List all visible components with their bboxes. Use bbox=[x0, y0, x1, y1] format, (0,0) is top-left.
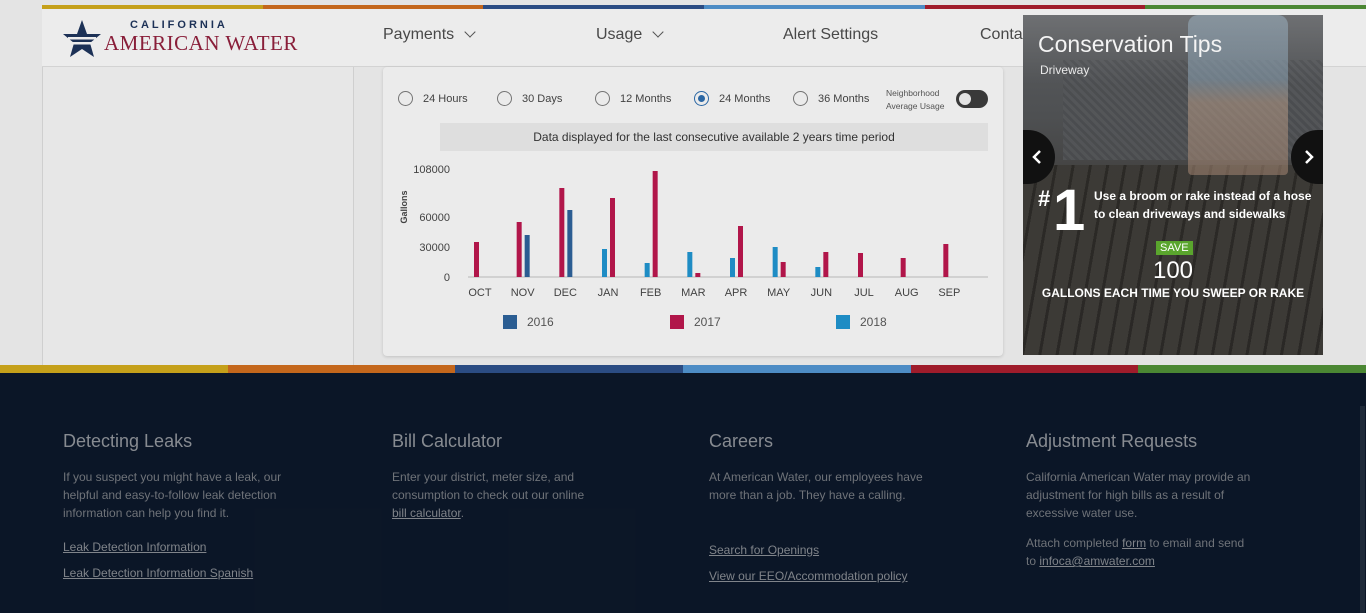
nav-alert-settings[interactable]: Alert Settings bbox=[783, 26, 878, 44]
legend-swatch-2018 bbox=[836, 315, 850, 329]
bar-2017 bbox=[780, 262, 786, 277]
usage-panel: 24 Hours 30 Days 12 Months 24 Months 36 … bbox=[383, 67, 1003, 356]
bar-2017 bbox=[652, 171, 658, 277]
tip-hash: # bbox=[1038, 186, 1051, 211]
sidebar bbox=[42, 67, 354, 365]
attach-text-1: Attach completed bbox=[1026, 536, 1119, 550]
nav-alert-settings-label: Alert Settings bbox=[783, 26, 879, 43]
x-tick-label: DEC bbox=[554, 287, 577, 299]
x-tick-label: MAR bbox=[681, 287, 706, 299]
bar-2018 bbox=[687, 252, 693, 277]
footer-heading: Detecting Leaks bbox=[63, 431, 193, 451]
footer-body-tail: . bbox=[460, 506, 465, 520]
footer-bill-calculator: Bill Calculator Enter your district, met… bbox=[392, 431, 652, 522]
conservation-tips-popup: Conservation Tips Driveway # 1 Use a bro… bbox=[1023, 15, 1323, 355]
bar-2017 bbox=[823, 252, 829, 277]
x-tick-label: SEP bbox=[938, 287, 960, 299]
x-tick-label: JUL bbox=[854, 287, 874, 299]
legend-label-2018: 2018 bbox=[860, 315, 887, 329]
bar-2017 bbox=[858, 253, 863, 277]
bar-2018 bbox=[602, 249, 607, 277]
footer-body-text: Enter your district, meter size, and con… bbox=[392, 470, 585, 502]
page-scrollbar[interactable] bbox=[1360, 406, 1365, 613]
x-tick-label: JUN bbox=[811, 287, 832, 299]
footer-adjustment-requests: Adjustment Requests California American … bbox=[1026, 431, 1286, 570]
footer-body: If you suspect you might have a leak, ou… bbox=[63, 470, 282, 520]
x-tick-label: FEB bbox=[640, 287, 661, 299]
nav-payments[interactable]: Payments bbox=[383, 26, 476, 44]
x-tick-label: APR bbox=[725, 287, 748, 299]
attach-text-2: to email and send bbox=[1149, 536, 1245, 550]
x-tick-label: MAY bbox=[767, 287, 791, 299]
bar-2018 bbox=[730, 258, 735, 277]
bar-2017 bbox=[695, 273, 701, 277]
bill-calculator-link[interactable]: bill calculator bbox=[392, 506, 461, 520]
eeo-policy-link[interactable]: View our EEO/Accommodation policy bbox=[709, 569, 969, 583]
bar-2018 bbox=[644, 263, 650, 277]
bar-2017 bbox=[516, 222, 522, 277]
footer-body: At American Water, our employees have mo… bbox=[709, 470, 923, 502]
chevron-right-icon bbox=[1305, 150, 1314, 164]
save-badge: SAVE bbox=[1156, 241, 1193, 255]
footer-body: California American Water may provide an… bbox=[1026, 470, 1251, 520]
bar-2017 bbox=[610, 198, 615, 277]
bar-2017 bbox=[900, 258, 906, 277]
save-amount: 100 bbox=[1152, 257, 1194, 284]
x-tick-label: AUG bbox=[895, 287, 919, 299]
footer-heading: Adjustment Requests bbox=[1026, 431, 1198, 451]
y-tick-label: 60000 bbox=[419, 212, 450, 224]
color-band bbox=[0, 365, 1366, 373]
footer-detecting-leaks: Detecting Leaks If you suspect you might… bbox=[63, 431, 323, 580]
bar-2017 bbox=[943, 244, 949, 277]
legend-swatch-2017 bbox=[670, 315, 684, 329]
y-tick-label: 0 bbox=[444, 272, 450, 284]
y-tick-label: 108000 bbox=[413, 164, 450, 176]
brand-line-2: AMERICAN WATER bbox=[104, 31, 298, 55]
x-tick-label: NOV bbox=[511, 287, 536, 299]
legend-label-2017: 2017 bbox=[694, 315, 721, 329]
brand-line-1: CALIFORNIA bbox=[130, 19, 228, 31]
footer-heading: Bill Calculator bbox=[392, 431, 503, 451]
footer-attach-text: Attach completed form to email and send … bbox=[1026, 534, 1251, 570]
leak-detection-link[interactable]: Leak Detection Information bbox=[63, 540, 323, 554]
form-link[interactable]: form bbox=[1122, 536, 1146, 550]
y-axis-label: Gallons bbox=[399, 190, 409, 223]
email-link[interactable]: infoca@amwater.com bbox=[1039, 554, 1155, 568]
tips-subtitle: Driveway bbox=[1040, 63, 1090, 77]
x-tick-label: JAN bbox=[598, 287, 619, 299]
chevron-down-icon bbox=[464, 26, 476, 38]
bar-2016 bbox=[524, 235, 530, 277]
legend-swatch-2016 bbox=[503, 315, 517, 329]
y-tick-label: 30000 bbox=[419, 242, 450, 254]
bar-2016 bbox=[567, 210, 573, 277]
bar-2018 bbox=[772, 247, 778, 277]
x-tick-label: OCT bbox=[468, 287, 492, 299]
nav-contact-label: Conta bbox=[980, 26, 1023, 43]
nav-contact[interactable]: Conta bbox=[980, 26, 1023, 44]
tips-title: Conservation Tips bbox=[1038, 31, 1223, 57]
chevron-down-icon bbox=[652, 26, 664, 38]
leak-detection-spanish-link[interactable]: Leak Detection Information Spanish bbox=[63, 566, 323, 580]
nav-payments-label: Payments bbox=[383, 26, 455, 43]
star-logo-icon bbox=[63, 20, 101, 57]
footer-body: Enter your district, meter size, and con… bbox=[392, 468, 597, 522]
bar-2017 bbox=[559, 188, 565, 277]
save-unit-text: GALLONS EACH TIME YOU SWEEP OR RAKE bbox=[1041, 286, 1305, 300]
chevron-left-icon bbox=[1032, 150, 1041, 164]
bar-2017 bbox=[474, 242, 479, 277]
bar-2017 bbox=[738, 226, 743, 277]
brand-logo[interactable]: CALIFORNIA AMERICAN WATER bbox=[62, 15, 297, 61]
bar-2018 bbox=[815, 267, 821, 277]
site-footer: Detecting Leaks If you suspect you might… bbox=[0, 373, 1366, 613]
nav-usage-label: Usage bbox=[596, 26, 643, 43]
usage-bar-chart: 108000 60000 30000 0 Gallons OCT NOV DEC JAN FEB M… bbox=[399, 164, 988, 329]
legend-label-2016: 2016 bbox=[527, 315, 554, 329]
footer-heading: Careers bbox=[709, 431, 774, 451]
tip-text: Use a broom or rake instead of a hose to… bbox=[1094, 189, 1312, 221]
tip-number: 1 bbox=[1053, 178, 1086, 243]
attach-text-3: to bbox=[1026, 554, 1037, 568]
nav-usage[interactable]: Usage bbox=[596, 26, 664, 44]
search-openings-link[interactable]: Search for Openings bbox=[709, 543, 969, 557]
footer-careers: Careers At American Water, our employees… bbox=[709, 431, 969, 583]
